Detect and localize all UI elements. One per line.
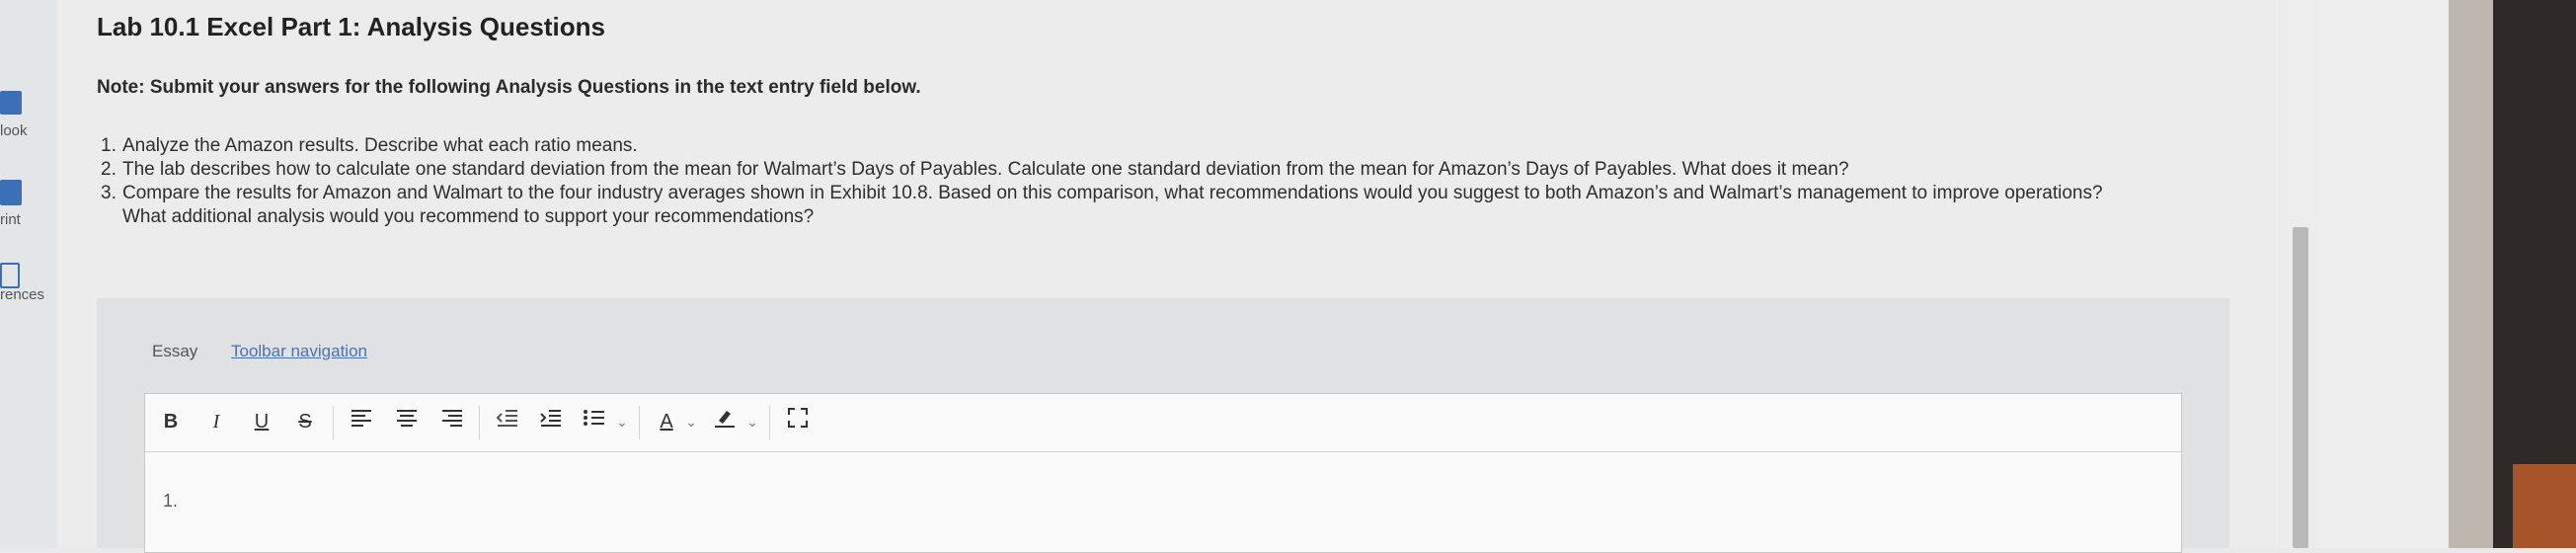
indent-icon[interactable] — [536, 407, 566, 436]
submission-note: Note: Submit your answers for the follow… — [97, 77, 921, 98]
essay-editor[interactable]: B I U S ⌄ A ⌄ ⌄ 1. — [144, 393, 2182, 553]
question-number: 1. — [101, 135, 117, 156]
underline-button[interactable]: U — [250, 407, 273, 436]
fullscreen-icon[interactable] — [783, 407, 813, 436]
bullet-list-icon[interactable] — [580, 407, 609, 436]
question-text: Compare the results for Amazon and Walma… — [122, 183, 2103, 227]
question-item: 3. Compare the results for Amazon and Wa… — [101, 182, 2137, 229]
question-text: Analyze the Amazon results. Describe wha… — [122, 135, 638, 156]
background-object — [2513, 464, 2576, 548]
question-list: 1. Analyze the Amazon results. Describe … — [101, 134, 2174, 229]
question-number: 2. — [101, 159, 117, 180]
font-color-button[interactable]: A — [653, 407, 680, 436]
toolbar-navigation-link[interactable]: Toolbar navigation — [231, 342, 367, 361]
bold-button[interactable]: B — [159, 407, 183, 436]
outdent-icon[interactable] — [493, 407, 522, 436]
toolbar-divider — [639, 406, 640, 439]
print-icon — [0, 180, 22, 205]
italic-button[interactable]: I — [204, 407, 228, 436]
question-text: The lab describes how to calculate one s… — [122, 159, 1849, 180]
left-rail: look rint rences — [0, 0, 57, 548]
toolbar-divider — [769, 406, 770, 439]
references-icon — [0, 263, 20, 288]
main-content: Lab 10.1 Excel Part 1: Analysis Question… — [57, 0, 2279, 553]
highlight-pen-icon[interactable] — [710, 407, 740, 436]
chevron-down-icon[interactable]: ⌄ — [743, 407, 761, 436]
vertical-scrollbar[interactable] — [2293, 227, 2308, 548]
question-item: 2. The lab describes how to calculate on… — [101, 158, 2174, 182]
essay-label: Essay — [152, 342, 198, 360]
align-right-icon[interactable] — [437, 407, 467, 436]
question-item: 1. Analyze the Amazon results. Describe … — [101, 134, 2174, 158]
book-icon — [0, 91, 22, 115]
background-outside-screen — [2493, 0, 2576, 548]
sidebar-item-label: look — [0, 122, 28, 139]
right-blank-pane — [2320, 0, 2449, 548]
editor-toolbar: B I U S ⌄ A ⌄ ⌄ — [145, 394, 2181, 452]
strikethrough-button[interactable]: S — [293, 407, 317, 436]
align-center-icon[interactable] — [392, 407, 422, 436]
toolbar-divider — [479, 406, 480, 439]
editor-text: 1. — [163, 491, 179, 511]
toolbar-divider — [333, 406, 334, 439]
question-number: 3. — [101, 183, 117, 203]
sidebar-item-label: rences — [0, 286, 45, 303]
align-left-icon[interactable] — [347, 407, 376, 436]
chevron-down-icon[interactable]: ⌄ — [613, 407, 631, 436]
chevron-down-icon[interactable]: ⌄ — [682, 407, 700, 436]
screen-bezel — [2449, 0, 2493, 548]
page-title: Lab 10.1 Excel Part 1: Analysis Question… — [97, 12, 605, 41]
sidebar-item-label: rint — [0, 211, 21, 228]
